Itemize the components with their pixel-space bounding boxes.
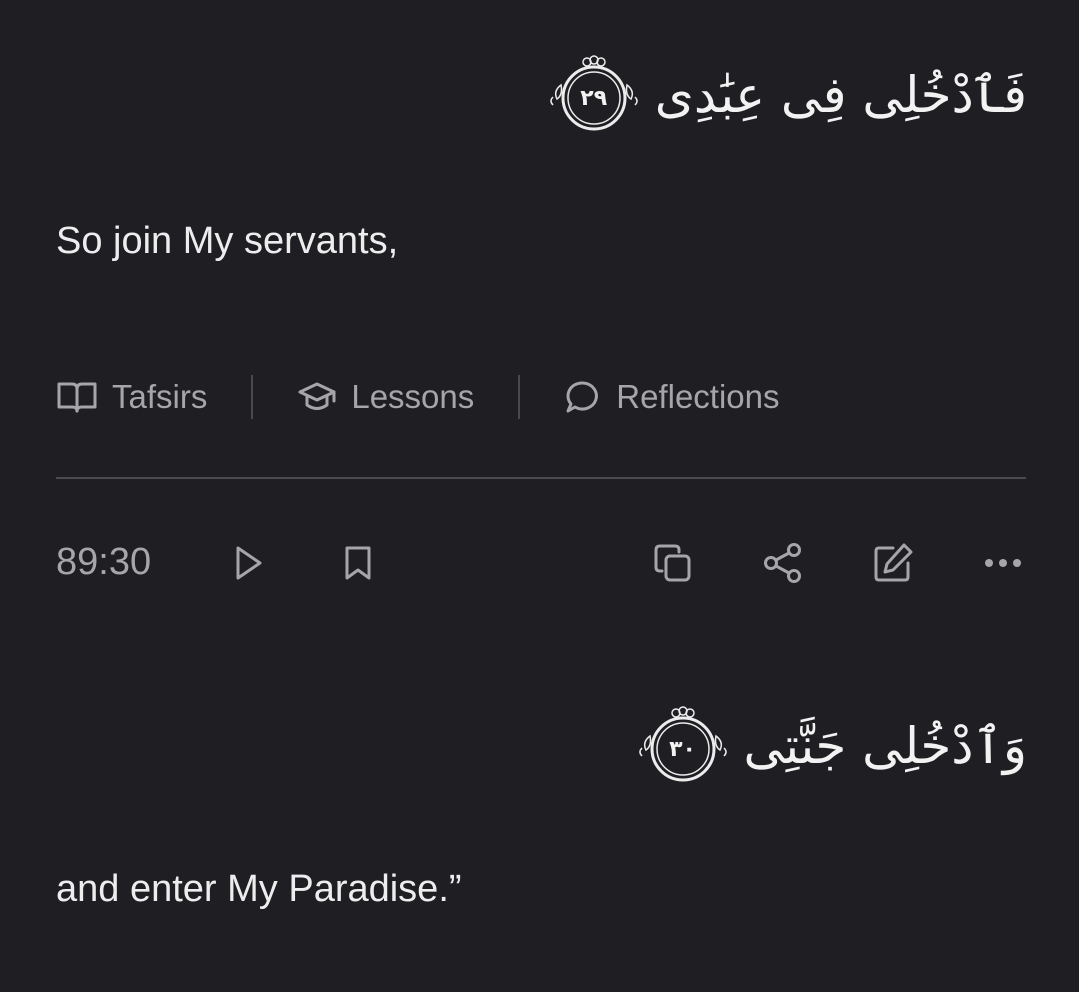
verse-translation-30: and enter My Paradise.” xyxy=(56,868,462,910)
verse-arabic-30: وَٱدْخُلِى جَنَّتِى ٣٠ xyxy=(636,706,1028,786)
arabic-verse-text: فَٱدْخُلِى فِى عِبَٰدِى xyxy=(654,66,1027,124)
reflections-label: Reflections xyxy=(616,378,780,415)
reflections-link[interactable]: Reflections xyxy=(564,378,780,416)
graduation-cap-icon xyxy=(298,382,336,410)
resource-separator xyxy=(518,375,521,419)
lessons-label: Lessons xyxy=(351,378,475,415)
play-button[interactable] xyxy=(223,538,273,588)
lessons-link[interactable]: Lessons xyxy=(297,378,474,416)
verse-translation-29: So join My servants, xyxy=(56,220,399,262)
ayah-number-marker: ٣٠ xyxy=(636,706,730,786)
tafsirs-label: Tafsirs xyxy=(112,378,208,415)
share-icon xyxy=(764,543,801,583)
ayah-number: ٢٩ xyxy=(580,86,608,111)
verse-resources-bar: Tafsirs Lessons Reflections xyxy=(56,374,780,420)
verse-arabic-29: فَٱدْخُلِى فِى عِبَٰدِى ٢٩ xyxy=(547,55,1027,135)
ayah-number: ٣٠ xyxy=(669,737,696,762)
more-icon xyxy=(985,559,1021,567)
share-button[interactable] xyxy=(758,538,808,588)
section-divider xyxy=(56,477,1026,479)
tafsirs-link[interactable]: Tafsirs xyxy=(56,378,207,416)
edit-note-icon xyxy=(874,543,913,582)
open-book-icon xyxy=(57,382,97,413)
edit-note-button[interactable] xyxy=(868,538,918,588)
bookmark-button[interactable] xyxy=(333,538,383,588)
ayah-number-marker: ٢٩ xyxy=(547,55,641,135)
copy-button[interactable] xyxy=(648,538,698,588)
play-icon xyxy=(236,546,262,580)
bookmark-icon xyxy=(345,546,371,580)
verse-actions-bar: 89:30 xyxy=(56,538,1026,588)
more-options-button[interactable] xyxy=(978,538,1028,588)
copy-icon xyxy=(654,544,691,582)
verse-key[interactable]: 89:30 xyxy=(56,541,151,584)
chat-bubble-icon xyxy=(566,381,599,413)
arabic-verse-text: وَٱدْخُلِى جَنَّتِى xyxy=(743,717,1028,775)
resource-separator xyxy=(251,375,254,419)
